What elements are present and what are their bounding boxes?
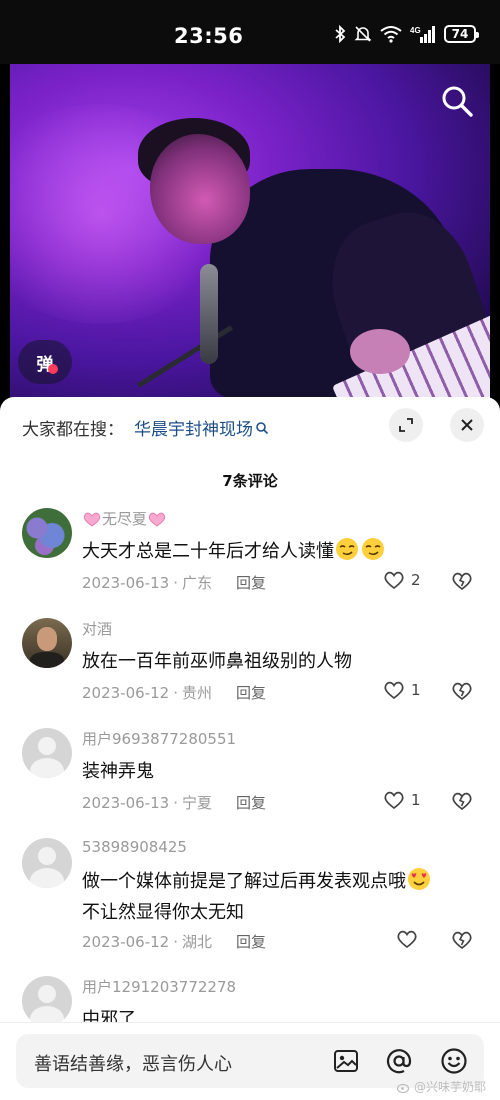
comment-date: 2023-06-13: [82, 573, 170, 592]
battery-indicator: 74: [444, 25, 479, 43]
comment-meta: 2023-06-12 · 湖北 回复: [82, 931, 266, 952]
danmu-status-dot: [48, 364, 58, 374]
weibo-logo-icon: [396, 1083, 410, 1093]
comment-date: 2023-06-12: [82, 683, 170, 702]
avatar[interactable]: [22, 838, 72, 888]
heart-icon: [384, 571, 404, 590]
signal-icon: 4G: [410, 26, 435, 43]
comment-location: 湖北: [181, 933, 212, 951]
pink-heart-icon: [148, 512, 166, 527]
input-placeholder: 善语结善缘，恶言伤人心: [34, 1054, 232, 1075]
emoji-icon[interactable]: [440, 1047, 468, 1075]
comment-text: 大天才总是二十年后才给人读懂: [82, 536, 482, 567]
comment-location: 宁夏: [181, 794, 212, 812]
hot-search-term[interactable]: 华晨宇封神现场: [134, 415, 253, 440]
image-icon[interactable]: [332, 1047, 360, 1075]
expand-icon: [399, 418, 413, 432]
expand-button[interactable]: [389, 408, 423, 442]
comment-count: 7条评论: [222, 472, 278, 490]
status-icons: 4G 74: [334, 25, 479, 43]
search-icon[interactable]: [440, 84, 474, 122]
close-icon: [461, 419, 473, 431]
video-player[interactable]: 弹: [10, 64, 490, 414]
comment-username[interactable]: 53898908425: [82, 838, 187, 856]
like-button[interactable]: 2: [383, 570, 421, 590]
danmu-toggle-button[interactable]: 弹: [18, 340, 72, 384]
comment-text: 装神弄鬼: [82, 761, 154, 782]
comment-username[interactable]: 用户9693877280551: [82, 728, 236, 749]
heart-icon: [384, 681, 404, 700]
like-count: 1: [411, 681, 421, 699]
broken-heart-icon[interactable]: [451, 571, 473, 591]
avatar[interactable]: [22, 618, 72, 668]
like-count: 1: [411, 791, 421, 809]
broken-heart-icon[interactable]: [451, 681, 473, 701]
like-count: 2: [411, 571, 421, 589]
broken-heart-icon[interactable]: [451, 791, 473, 811]
comment-username[interactable]: 无尽夏: [82, 508, 167, 529]
bluetooth-icon: [335, 25, 346, 43]
reply-button[interactable]: 回复: [236, 572, 266, 593]
smirk-emoji-icon: [362, 538, 384, 560]
close-button[interactable]: [450, 408, 484, 442]
hot-search-row[interactable]: 大家都在搜： 华晨宇封神现场: [22, 415, 269, 440]
pink-heart-icon: [83, 512, 101, 527]
like-button[interactable]: [396, 929, 418, 949]
heart-eyes-emoji-icon: [408, 868, 430, 890]
comment-sheet: 大家都在搜： 华晨宇封神现场 7条评论 无尽夏 大天才总是二十年后才给人读懂 2…: [0, 397, 500, 1100]
small-search-icon: [256, 421, 269, 434]
watermark: @兴味芋奶耶: [396, 1078, 486, 1095]
comment-location: 广东: [181, 574, 212, 592]
comment-meta: 2023-06-13 · 广东 回复: [82, 572, 266, 593]
reply-button[interactable]: 回复: [236, 792, 266, 813]
comment-text: 放在一百年前巫师鼻祖级别的人物: [82, 651, 352, 672]
comment-username[interactable]: 对酒: [82, 618, 112, 639]
status-time: 23:56: [174, 24, 244, 48]
at-icon[interactable]: [385, 1047, 413, 1075]
battery-level: 74: [451, 27, 469, 41]
comment-username[interactable]: 用户1291203772278: [82, 976, 236, 997]
comment-meta: 2023-06-13 · 宁夏 回复: [82, 792, 266, 813]
like-button[interactable]: 1: [383, 680, 421, 700]
broken-heart-icon[interactable]: [451, 930, 473, 950]
svg-text:4G: 4G: [410, 26, 421, 35]
status-bar: 23:56 4G 74: [0, 0, 500, 64]
smirk-emoji-icon: [336, 538, 358, 560]
hot-search-label: 大家都在搜：: [22, 420, 124, 440]
like-button[interactable]: 1: [383, 790, 421, 810]
reply-button[interactable]: 回复: [236, 931, 266, 952]
comment-date: 2023-06-12: [82, 932, 170, 951]
heart-icon: [384, 791, 404, 810]
avatar[interactable]: [22, 976, 72, 1026]
wifi-icon: [380, 26, 402, 43]
mute-icon: [354, 26, 372, 42]
comment-date: 2023-06-13: [82, 793, 170, 812]
heart-icon: [397, 930, 417, 949]
comment-text: 做一个媒体前提是了解过后再发表观点哦 不让然显得你太无知: [82, 866, 482, 928]
comment-location: 贵州: [181, 684, 212, 702]
reply-button[interactable]: 回复: [236, 682, 266, 703]
avatar[interactable]: [22, 508, 72, 558]
avatar[interactable]: [22, 728, 72, 778]
comment-meta: 2023-06-12 · 贵州 回复: [82, 682, 266, 703]
